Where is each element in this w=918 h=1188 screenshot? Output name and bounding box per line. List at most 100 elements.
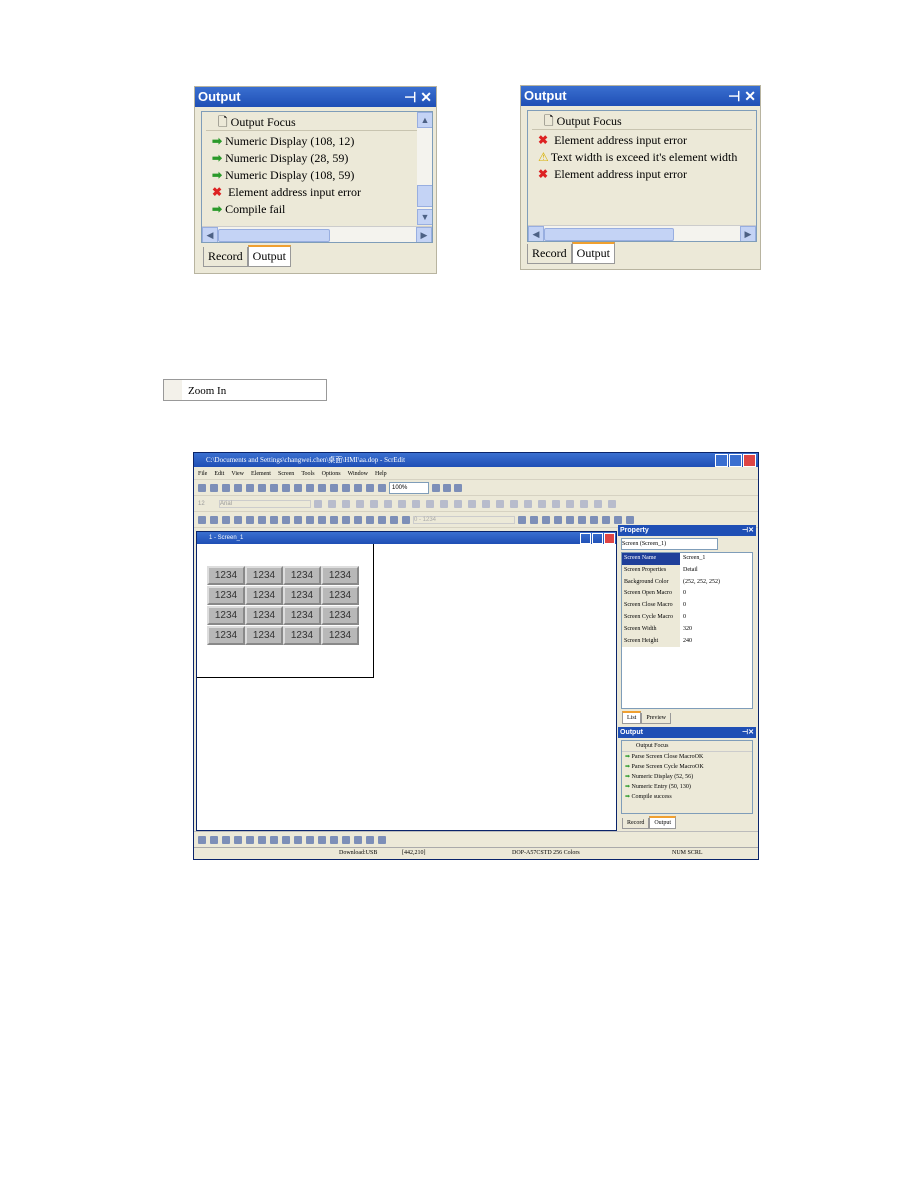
toolbar-button-icon[interactable]: [566, 515, 574, 524]
toolbar-button-icon[interactable]: [496, 499, 504, 508]
toolbar-button-icon[interactable]: [384, 499, 392, 508]
menu-tools[interactable]: Tools: [301, 471, 314, 477]
toolbar-button-icon[interactable]: [342, 835, 350, 844]
font-size-select[interactable]: 12: [198, 501, 216, 507]
toolbar-button-icon[interactable]: [602, 515, 610, 524]
toolbar-button-icon[interactable]: [222, 483, 230, 492]
toolbar-button-icon[interactable]: [294, 483, 302, 492]
toolbar-button-icon[interactable]: [342, 483, 350, 492]
value-select[interactable]: 0 - 1234: [413, 515, 515, 524]
property-row[interactable]: Background Color (252, 252, 252): [622, 576, 752, 589]
tab-list[interactable]: List: [622, 711, 642, 724]
toolbar-button-icon[interactable]: [510, 499, 518, 508]
numeric-display-element[interactable]: 1234: [321, 566, 359, 585]
property-row[interactable]: Screen Width 320: [622, 623, 752, 636]
minimize-button[interactable]: [580, 533, 591, 544]
toolbar-button-icon[interactable]: [306, 835, 314, 844]
toolbar-button-icon[interactable]: [318, 483, 326, 492]
toolbar-button-icon[interactable]: [524, 499, 532, 508]
minimize-button[interactable]: [715, 454, 728, 467]
toolbar-button-icon[interactable]: [294, 515, 302, 524]
tab-record[interactable]: Record: [527, 244, 572, 264]
horizontal-scrollbar[interactable]: ◀ ▶: [202, 226, 432, 242]
list-item[interactable]: ➡ Numeric Entry (50, 130): [622, 782, 752, 792]
toolbar-button-icon[interactable]: [482, 499, 490, 508]
close-icon[interactable]: ⊣✕: [742, 525, 756, 536]
horizontal-scrollbar[interactable]: ◀ ▶: [528, 225, 756, 241]
numeric-display-element[interactable]: 1234: [283, 586, 321, 605]
numeric-display-element[interactable]: 1234: [207, 626, 245, 645]
zoom-select[interactable]: 100%: [389, 481, 429, 494]
list-item[interactable]: ➡ Parse Screen Cycle MacroOK: [622, 762, 752, 772]
toolbar-button-icon[interactable]: [234, 835, 242, 844]
numeric-display-element[interactable]: 1234: [321, 586, 359, 605]
list-item[interactable]: ➡ Compile fail: [202, 201, 432, 218]
toolbar-button-icon[interactable]: [366, 483, 374, 492]
toolbar-button-icon[interactable]: [234, 483, 242, 492]
toolbar-button-icon[interactable]: [354, 483, 362, 492]
toolbar-button-icon[interactable]: [246, 835, 254, 844]
toolbar-button-icon[interactable]: [366, 835, 374, 844]
toolbar-button-icon[interactable]: [330, 835, 338, 844]
toolbar-button-icon[interactable]: [328, 499, 336, 508]
toolbar-button-icon[interactable]: [342, 515, 350, 524]
toolbar-button-icon[interactable]: [318, 515, 326, 524]
toolbar-button-icon[interactable]: [210, 483, 218, 492]
toolbar-button-icon[interactable]: [468, 499, 476, 508]
pin-icon[interactable]: ⊣: [728, 88, 740, 104]
numeric-display-element[interactable]: 1234: [283, 566, 321, 585]
list-item[interactable]: ➡ Compile success: [622, 792, 752, 802]
tab-output[interactable]: Output: [571, 242, 615, 264]
toolbar-button-icon[interactable]: [356, 499, 364, 508]
zoom-in-icon[interactable]: [432, 483, 440, 492]
close-icon[interactable]: ✕: [744, 88, 756, 104]
toolbar-button-icon[interactable]: [234, 515, 242, 524]
toolbar-button-icon[interactable]: [294, 835, 302, 844]
toolbar-button-icon[interactable]: [354, 835, 362, 844]
toolbar-button-icon[interactable]: [314, 499, 322, 508]
toolbar-button-icon[interactable]: [318, 835, 326, 844]
toolbar-button-icon[interactable]: [398, 499, 406, 508]
toolbar-button-icon[interactable]: [258, 483, 266, 492]
list-item[interactable]: ⚠ Text width is exceed it's element width: [528, 149, 756, 166]
toolbar-button-icon[interactable]: [412, 499, 420, 508]
toolbar-button-icon[interactable]: [590, 515, 598, 524]
toolbar-button-icon[interactable]: [258, 835, 266, 844]
toolbar-button-icon[interactable]: [552, 499, 560, 508]
toolbar-button-icon[interactable]: [554, 515, 562, 524]
list-item[interactable]: ✖ Element address input error: [528, 132, 756, 149]
toolbar-button-icon[interactable]: [578, 515, 586, 524]
toolbar-button-icon[interactable]: [440, 499, 448, 508]
tab-output[interactable]: Output: [649, 816, 676, 829]
list-item[interactable]: ➡ Numeric Display (52, 56): [622, 772, 752, 782]
toolbar-button-icon[interactable]: [222, 515, 230, 524]
toolbar-button-icon[interactable]: [306, 483, 314, 492]
list-item[interactable]: ➡ Numeric Display (108, 59): [202, 167, 432, 184]
toolbar-button-icon[interactable]: [282, 483, 290, 492]
toolbar-button-icon[interactable]: [538, 499, 546, 508]
toolbar-button-icon[interactable]: [594, 499, 602, 508]
maximize-button[interactable]: [729, 454, 742, 467]
pin-icon[interactable]: ⊣: [404, 89, 416, 105]
property-row[interactable]: Screen Properties Detail: [622, 564, 752, 577]
toolbar-button-icon[interactable]: [518, 515, 526, 524]
tab-output[interactable]: Output: [247, 245, 291, 267]
toolbar-button-icon[interactable]: [378, 515, 386, 524]
list-item[interactable]: ✖ Element address input error: [528, 166, 756, 183]
numeric-display-element[interactable]: 1234: [321, 606, 359, 625]
list-item[interactable]: ➡ Parse Screen Close MacroOK: [622, 752, 752, 762]
toolbar-button-icon[interactable]: [390, 515, 398, 524]
toolbar-button-icon[interactable]: [210, 835, 218, 844]
screen-canvas[interactable]: 1234 1234 1234 1234 1234 1234 1234 1234 1234 1234…: [197, 544, 374, 678]
numeric-display-element[interactable]: 1234: [245, 606, 283, 625]
list-item[interactable]: ➡ Numeric Display (108, 12): [202, 133, 432, 150]
toolbar-button-icon[interactable]: [614, 515, 622, 524]
menu-item-zoom-in[interactable]: Zoom In: [163, 379, 327, 401]
toolbar-button-icon[interactable]: [222, 835, 230, 844]
menu-element[interactable]: Element: [251, 471, 271, 477]
output-focus-header[interactable]: 🗋 Output Focus: [532, 113, 752, 130]
toolbar-button-icon[interactable]: [246, 483, 254, 492]
toolbar-button-icon[interactable]: [270, 515, 278, 524]
toolbar-button-icon[interactable]: [198, 515, 206, 524]
toolbar-button-icon[interactable]: [402, 515, 410, 524]
